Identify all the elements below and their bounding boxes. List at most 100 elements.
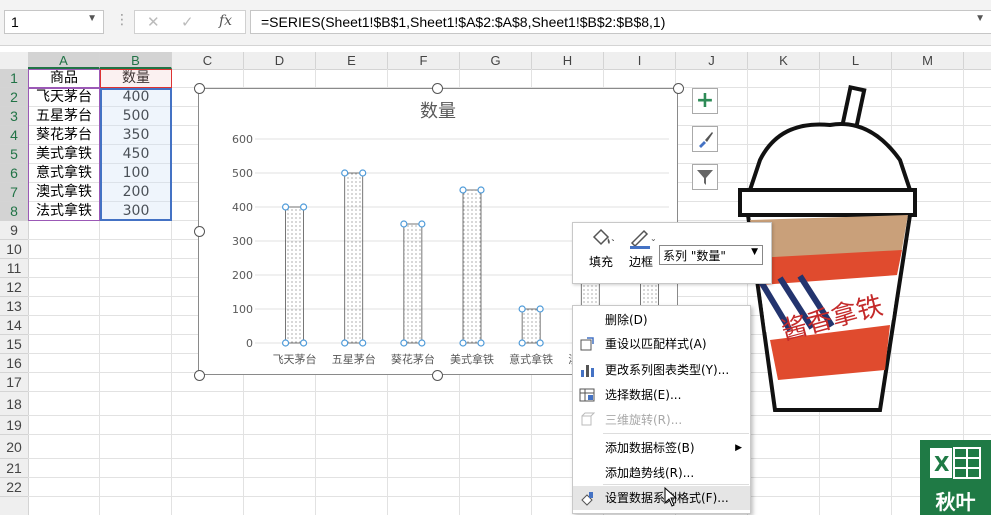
- resize-handle[interactable]: [194, 226, 205, 237]
- name-box[interactable]: 1 ▼: [4, 10, 104, 34]
- row-header-12[interactable]: 12: [0, 278, 28, 297]
- bar-selection-handle[interactable]: [400, 220, 408, 228]
- formula-input[interactable]: =SERIES(Sheet1!$B$1,Sheet1!$A$2:$A$8,She…: [250, 10, 991, 34]
- column-header-m[interactable]: M: [892, 52, 964, 69]
- series-selector[interactable]: 系列 "数量" ▼: [659, 245, 763, 265]
- column-header-f[interactable]: F: [388, 52, 460, 69]
- column-header-d[interactable]: D: [244, 52, 316, 69]
- row-header-2[interactable]: 2: [0, 88, 28, 107]
- bar-selection-handle[interactable]: [536, 339, 544, 347]
- bar-selection-handle[interactable]: [418, 220, 426, 228]
- row-header-20[interactable]: 20: [0, 435, 28, 459]
- column-header-k[interactable]: K: [748, 52, 820, 69]
- bar-2[interactable]: [403, 223, 423, 344]
- resize-handle[interactable]: [194, 83, 205, 94]
- column-header-c[interactable]: C: [172, 52, 244, 69]
- y-tick-label: 100: [232, 303, 253, 316]
- bar-selection-handle[interactable]: [459, 339, 467, 347]
- grid-line: [28, 477, 991, 478]
- row-header-3[interactable]: 3: [0, 107, 28, 126]
- bar-selection-handle[interactable]: [536, 305, 544, 313]
- row-header-21[interactable]: 21: [0, 459, 28, 478]
- row-header-18[interactable]: 18: [0, 392, 28, 416]
- bar-selection-handle[interactable]: [341, 169, 349, 177]
- expand-formula-icon[interactable]: ▼: [975, 13, 985, 24]
- menu-item-5[interactable]: 添加数据标签(B) ▶: [573, 436, 750, 460]
- row-header-15[interactable]: 15: [0, 335, 28, 354]
- chart-styles-button[interactable]: [692, 126, 718, 152]
- bar-selection-handle[interactable]: [341, 339, 349, 347]
- bar-1[interactable]: [344, 172, 364, 344]
- format-series-icon: [579, 490, 595, 506]
- menu-item-2[interactable]: 更改系列图表类型(Y)...: [573, 358, 750, 382]
- column-header-a[interactable]: A: [28, 52, 100, 69]
- border-button[interactable]: ⌄ 边框: [623, 227, 659, 270]
- confirm-icon[interactable]: ✓: [181, 13, 194, 31]
- row-header-11[interactable]: 11: [0, 259, 28, 278]
- menu-item-6[interactable]: 添加趋势线(R)...: [573, 461, 750, 485]
- row-header-16[interactable]: 16: [0, 354, 28, 373]
- menu-item-0[interactable]: 删除(D): [573, 308, 750, 332]
- bar-selection-handle[interactable]: [518, 305, 526, 313]
- bar-selection-handle[interactable]: [299, 339, 308, 347]
- column-header-g[interactable]: G: [460, 52, 532, 69]
- resize-handle[interactable]: [673, 83, 684, 94]
- y-tick-label: 400: [232, 201, 253, 214]
- bar-selection-handle[interactable]: [518, 339, 526, 347]
- bar-selection-handle[interactable]: [359, 339, 367, 347]
- bar-selection-handle[interactable]: [299, 203, 308, 211]
- resize-handle[interactable]: [194, 370, 205, 381]
- row-header-10[interactable]: 10: [0, 240, 28, 259]
- row-header-4[interactable]: 4: [0, 126, 28, 145]
- insert-function-icon[interactable]: fx: [219, 13, 232, 29]
- bar-selection-handle[interactable]: [400, 339, 408, 347]
- row-header-9[interactable]: 9: [0, 221, 28, 240]
- menu-item-7[interactable]: 设置数据系列格式(F)...: [573, 486, 750, 510]
- bar-selection-handle[interactable]: [477, 186, 485, 194]
- row-header-6[interactable]: 6: [0, 164, 28, 183]
- column-header-l[interactable]: L: [820, 52, 892, 69]
- chart-elements-button[interactable]: +: [692, 88, 718, 114]
- column-header-e[interactable]: E: [316, 52, 388, 69]
- row-header-19[interactable]: 19: [0, 416, 28, 435]
- fill-label: 填充: [588, 255, 613, 269]
- chevron-down-icon[interactable]: ▼: [87, 13, 97, 24]
- chevron-down-icon[interactable]: ▼: [751, 247, 758, 257]
- mouse-cursor-icon: [664, 486, 678, 511]
- bar-0[interactable]: [285, 206, 304, 344]
- bar-selection-handle[interactable]: [281, 203, 290, 211]
- menu-item-1[interactable]: 重设以匹配样式(A): [573, 332, 750, 356]
- row-header-17[interactable]: 17: [0, 373, 28, 392]
- bar-4[interactable]: [521, 308, 541, 344]
- menu-item-label: 选择数据(E)...: [605, 388, 682, 402]
- category-header-highlight: [28, 69, 100, 88]
- bar-selection-handle[interactable]: [418, 339, 426, 347]
- row-header-8[interactable]: 8: [0, 202, 28, 221]
- cancel-icon[interactable]: ✕: [147, 13, 160, 31]
- row-header-5[interactable]: 5: [0, 145, 28, 164]
- bar-selection-handle[interactable]: [477, 339, 485, 347]
- column-header-b[interactable]: B: [100, 52, 172, 69]
- column-header-i[interactable]: I: [604, 52, 676, 69]
- bar-selection-handle[interactable]: [359, 169, 367, 177]
- chart-filters-button[interactable]: [692, 164, 718, 190]
- menu-item-3[interactable]: 选择数据(E)...: [573, 383, 750, 407]
- name-box-value: 1: [11, 14, 19, 30]
- fill-button[interactable]: ⌄ 填充: [583, 227, 619, 270]
- row-header-22[interactable]: 22: [0, 478, 28, 497]
- grid-line: [28, 496, 991, 497]
- row-header-14[interactable]: 14: [0, 316, 28, 335]
- y-tick-label: 0: [246, 337, 253, 350]
- bar-selection-handle[interactable]: [281, 339, 290, 347]
- bar-3[interactable]: [462, 189, 482, 344]
- menu-item-label: 更改系列图表类型(Y)...: [605, 363, 730, 377]
- row-header-7[interactable]: 7: [0, 183, 28, 202]
- row-header-1[interactable]: 1: [0, 69, 28, 88]
- bar-selection-handle[interactable]: [459, 186, 467, 194]
- resize-handle[interactable]: [432, 83, 443, 94]
- values-range-highlight: [100, 88, 172, 221]
- column-header-j[interactable]: J: [676, 52, 748, 69]
- row-header-13[interactable]: 13: [0, 297, 28, 316]
- column-header-h[interactable]: H: [532, 52, 604, 69]
- resize-handle[interactable]: [432, 370, 443, 381]
